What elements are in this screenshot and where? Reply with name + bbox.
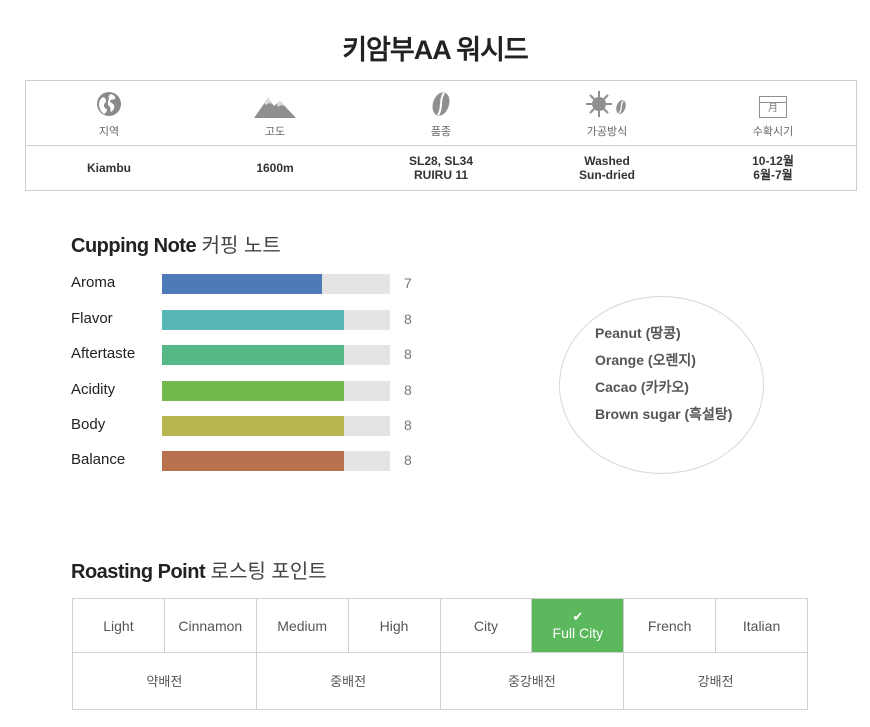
cupping-row-aroma: Aroma 7	[71, 272, 431, 296]
cupping-row-body: Body 8	[71, 414, 431, 438]
info-value-process: Washed Sun-dried	[579, 154, 635, 182]
cupping-bar-track	[162, 416, 390, 436]
roast-level-italian: Italian	[742, 617, 781, 634]
flavor-note: Peanut (땅콩)	[595, 325, 681, 341]
info-value-variety: SL28, SL34 RUIRU 11	[408, 154, 474, 182]
roast-level-city: City	[441, 599, 533, 652]
roast-level-french: French	[624, 599, 717, 652]
roast-group-medium-dark: 중강배전	[441, 652, 625, 709]
cupping-row-balance: Balance 8	[71, 449, 431, 473]
info-header-harvest: 月 수확시기	[690, 81, 856, 145]
page-title: 키암부AA 워시드	[342, 35, 529, 65]
cupping-row-flavor: Flavor 8	[71, 308, 431, 332]
cupping-bar-track	[162, 451, 390, 471]
cupping-row-aftertaste: Aftertaste 8	[71, 343, 431, 367]
flavor-note: Brown sugar (흑설탕)	[595, 406, 733, 422]
info-value-harvest: 10-12월 6월-7월	[752, 154, 794, 182]
cupping-bar-fill	[162, 416, 345, 436]
cupping-row-acidity: Acidity 8	[71, 379, 431, 403]
roast-level-cinnamon: Cinnamon	[165, 599, 257, 652]
info-header-row: 지역 고도 품종 가공방식 月 수확시기	[26, 81, 856, 146]
coffee-bean-icon	[432, 91, 450, 116]
flavor-note: Orange (오렌지)	[595, 352, 696, 368]
cupping-bar-track	[162, 381, 390, 401]
cupping-bar-fill	[162, 274, 322, 294]
roasting-point-title: Roasting Point 로스팅 포인트	[71, 561, 327, 583]
cupping-note-title: Cupping Note 커핑 노트	[71, 235, 281, 257]
cupping-bar-fill	[162, 451, 345, 471]
flavor-notes-list: Peanut (땅콩) Orange (오렌지) Cacao (카카오) Bro…	[595, 320, 732, 428]
roast-group-dark: 강배전	[697, 674, 734, 689]
cupping-bar-fill	[162, 345, 345, 365]
roasting-table: Light Cinnamon Medium High City ✔ Full Ci…	[72, 598, 808, 710]
cupping-bar-fill	[162, 310, 345, 330]
roast-level-row: Light Cinnamon Medium High City ✔ Full Ci…	[73, 599, 807, 653]
cupping-bar-track	[162, 274, 390, 294]
roast-group-medium: 중배전	[257, 652, 441, 709]
info-header-region: 지역	[26, 81, 192, 145]
globe-icon	[97, 91, 121, 116]
check-icon: ✔	[572, 608, 584, 624]
roast-level-light: Light	[73, 599, 165, 652]
sun-bean-icon	[586, 90, 626, 117]
info-value-altitude: 1600m	[256, 161, 294, 175]
info-header-altitude: 고도	[192, 81, 358, 145]
info-value-row: Kiambu 1600m SL28, SL34 RUIRU 11 Washed …	[26, 145, 856, 191]
roast-group-light: 약배전	[73, 652, 257, 709]
info-value-region: Kiambu	[86, 161, 131, 175]
roast-group-row: 약배전 중배전 중강배전 강배전	[73, 652, 807, 709]
roast-level-high: High	[349, 599, 441, 652]
info-header-variety: 품종	[358, 81, 524, 145]
cupping-bar-track	[162, 345, 390, 365]
cupping-bar-track	[162, 310, 390, 330]
calendar-icon: 月	[759, 95, 787, 118]
mountain-icon	[254, 97, 296, 118]
flavor-note: Cacao (카카오)	[595, 379, 689, 395]
coffee-info-table: 지역 고도 품종 가공방식 月 수확시기 Kiambu 1600m SL28, …	[25, 80, 857, 191]
cupping-bar-fill	[162, 381, 345, 401]
roast-level-medium: Medium	[257, 599, 349, 652]
info-header-process: 가공방식	[524, 81, 690, 145]
roast-level-full-city: ✔ Full City	[532, 599, 625, 652]
